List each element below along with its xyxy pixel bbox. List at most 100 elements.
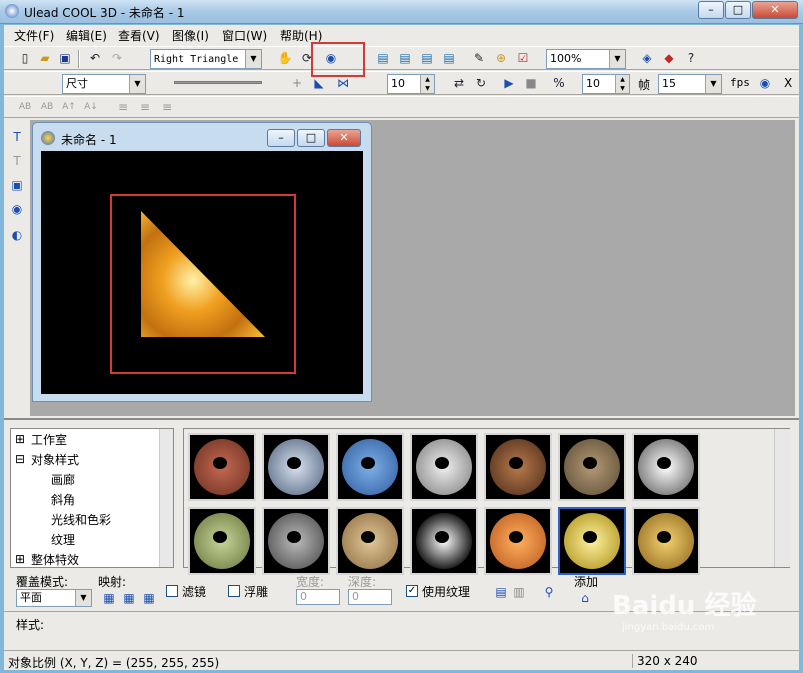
use-texture-checkbox[interactable]: ✓: [406, 585, 418, 597]
edit-text-icon[interactable]: T: [8, 152, 26, 170]
chevron-down-icon: ▼: [129, 75, 145, 93]
globe-icon[interactable]: ⊕: [492, 49, 510, 67]
menu-file[interactable]: 文件(F): [14, 27, 54, 44]
mapping-cylinder-icon[interactable]: ▦: [120, 589, 138, 607]
texture-thumb[interactable]: [262, 507, 330, 575]
select-object-icon[interactable]: ◉: [8, 200, 26, 218]
doc-minimize-button[interactable]: –: [267, 129, 295, 147]
layer-2-icon[interactable]: ▤: [396, 49, 414, 67]
texture-thumb[interactable]: [484, 507, 552, 575]
mapping-sphere-icon[interactable]: ▦: [140, 589, 158, 607]
tree-expander[interactable]: ⊞: [15, 432, 25, 446]
insert-text-icon[interactable]: T: [8, 128, 26, 146]
frames-input[interactable]: 10 ▲ ▼: [582, 74, 630, 94]
mapping-plane-icon[interactable]: ▦: [100, 589, 118, 607]
stop-icon[interactable]: ■: [522, 74, 540, 92]
texture-thumb-selected[interactable]: [558, 507, 626, 575]
edit-texture-icon[interactable]: ▥: [510, 583, 528, 601]
texture-thumb[interactable]: [484, 433, 552, 501]
attribute-select[interactable]: 尺寸 ▼: [62, 74, 146, 94]
menu-window[interactable]: 窗口(W): [222, 27, 267, 44]
emboss-checkbox[interactable]: [228, 585, 240, 597]
doc-close-button[interactable]: ✕: [327, 129, 361, 147]
texture-thumb[interactable]: [410, 433, 478, 501]
align-left-icon[interactable]: ≡: [114, 98, 132, 116]
geometry-icon[interactable]: ◐: [8, 226, 26, 244]
texture-thumb[interactable]: [188, 433, 256, 501]
layer-3-icon[interactable]: ▤: [418, 49, 436, 67]
texture-thumb[interactable]: [336, 507, 404, 575]
percent-icon[interactable]: %: [550, 74, 568, 92]
doc-maximize-button[interactable]: □: [297, 129, 325, 147]
tree-expander[interactable]: ⊟: [15, 452, 25, 466]
chevron-down-icon: ▼: [705, 75, 721, 93]
texture-thumb[interactable]: [410, 507, 478, 575]
frame-value: 10: [391, 77, 405, 90]
brush-icon[interactable]: ✎: [470, 49, 488, 67]
refresh-icon[interactable]: ↻: [472, 74, 490, 92]
align-center-icon[interactable]: ≡: [136, 98, 154, 116]
text-kerning-icon[interactable]: AB: [38, 98, 56, 116]
shape-select[interactable]: Right Triangle ▼: [150, 49, 262, 69]
help-pointer-icon[interactable]: ?: [682, 49, 700, 67]
tree-scrollbar[interactable]: [159, 429, 173, 567]
tree-expander[interactable]: ⊞: [15, 552, 25, 566]
save-icon[interactable]: ▣: [56, 49, 74, 67]
menu-edit[interactable]: 编辑(E): [66, 27, 107, 44]
tree-item-texture[interactable]: 纹理: [51, 531, 75, 548]
fps-select[interactable]: 15 ▼: [658, 74, 722, 94]
add-icon[interactable]: +: [288, 74, 306, 92]
spin-icon[interactable]: ▲ ▼: [420, 75, 434, 93]
hand-icon[interactable]: ✋: [276, 49, 294, 67]
text-spacing-icon[interactable]: AB: [16, 98, 34, 116]
depth-input[interactable]: 0: [348, 589, 392, 605]
text-lower-icon[interactable]: A↓: [82, 98, 100, 116]
overlay-select[interactable]: 平面 ▼: [16, 589, 92, 607]
texture-gallery[interactable]: [183, 428, 790, 575]
redo-icon[interactable]: ↷: [108, 49, 126, 67]
width-input[interactable]: 0: [296, 589, 340, 605]
zoom-select[interactable]: 100% ▼: [546, 49, 626, 69]
texture-thumb[interactable]: [336, 433, 404, 501]
filter-checkbox[interactable]: [166, 585, 178, 597]
close-button[interactable]: ✕: [752, 1, 798, 19]
texture-thumb[interactable]: [632, 433, 700, 501]
attribute-slider[interactable]: [174, 81, 262, 84]
align-right-icon[interactable]: ≡: [158, 98, 176, 116]
load-texture-icon[interactable]: ▤: [492, 583, 510, 601]
tree-item-light-color[interactable]: 光线和色彩: [51, 511, 111, 528]
tree-item-studio[interactable]: 工作室: [31, 431, 67, 448]
text-raise-icon[interactable]: A↑: [60, 98, 78, 116]
check-icon[interactable]: ☑: [514, 49, 532, 67]
palette-icon[interactable]: ◆: [660, 49, 678, 67]
gallery-scrollbar[interactable]: [774, 429, 790, 567]
tree-item-gallery[interactable]: 画廊: [51, 471, 75, 488]
play-icon[interactable]: ▶: [500, 74, 518, 92]
texture-thumb[interactable]: [188, 507, 256, 575]
open-folder-icon[interactable]: ▰: [36, 49, 54, 67]
insert-graphic-icon[interactable]: ▣: [8, 176, 26, 194]
texture-thumb[interactable]: [558, 433, 626, 501]
minimize-button[interactable]: –: [698, 1, 724, 19]
frame-input[interactable]: 10 ▲ ▼: [387, 74, 435, 94]
tree-item-global-effects[interactable]: 整体特效: [31, 551, 79, 568]
layer-4-icon[interactable]: ▤: [440, 49, 458, 67]
preview-icon[interactable]: ⚲: [540, 583, 558, 601]
new-file-icon[interactable]: ▯: [16, 49, 34, 67]
maximize-button[interactable]: □: [725, 1, 751, 19]
menu-image[interactable]: 图像(I): [172, 27, 209, 44]
plugin-icon[interactable]: ◈: [638, 49, 656, 67]
layer-1-icon[interactable]: ▤: [374, 49, 392, 67]
add-to-gallery-icon[interactable]: ⌂: [576, 589, 594, 607]
loop-icon[interactable]: ⇄: [450, 74, 468, 92]
splitter[interactable]: [4, 418, 799, 420]
spin-icon[interactable]: ▲ ▼: [615, 75, 629, 93]
menu-view[interactable]: 查看(V): [118, 27, 160, 44]
tree-item-object-style[interactable]: 对象样式: [31, 451, 79, 468]
center-icon[interactable]: ◉: [756, 74, 774, 92]
undo-icon[interactable]: ↶: [86, 49, 104, 67]
texture-thumb[interactable]: [262, 433, 330, 501]
texture-thumb[interactable]: [632, 507, 700, 575]
style-tree[interactable]: ⊞ 工作室 ⊟ 对象样式 画廊 斜角 光线和色彩 纹理 ⊞ 整体特效: [10, 428, 174, 568]
tree-item-bevel[interactable]: 斜角: [51, 491, 75, 508]
